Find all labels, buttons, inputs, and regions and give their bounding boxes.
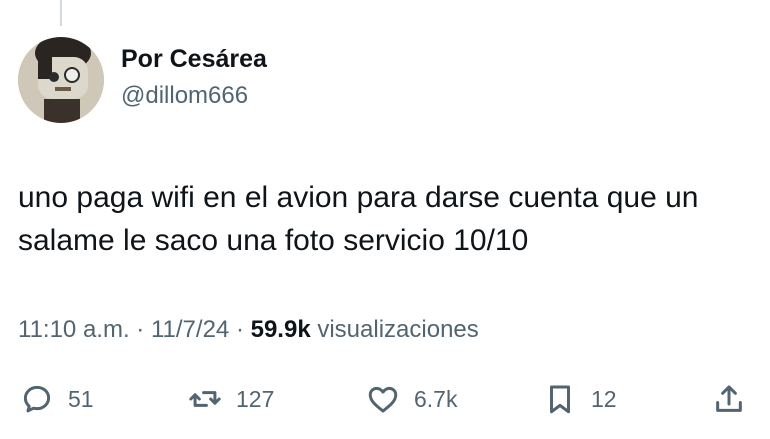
- thread-connector-line: [60, 0, 62, 26]
- tweet-date[interactable]: 11/7/24: [151, 316, 229, 343]
- avatar[interactable]: [18, 37, 104, 123]
- meta-separator: ·: [235, 316, 244, 343]
- like-count: 6.7k: [414, 385, 458, 412]
- author-handle[interactable]: @dillom666: [121, 82, 248, 110]
- tweet-meta: 11:10 a.m. · 11/7/24 · 59.9k visualizaci…: [18, 316, 479, 344]
- share-icon: [716, 385, 742, 412]
- reply-icon: [23, 385, 51, 413]
- reply-count: 51: [68, 385, 94, 412]
- reply-button[interactable]: 51: [20, 375, 94, 423]
- action-bar: 51 127 6.7k 12: [0, 375, 770, 423]
- views-label: visualizaciones: [317, 316, 479, 343]
- meta-separator: ·: [136, 316, 145, 343]
- repost-count: 127: [236, 385, 275, 412]
- heart-icon: [368, 386, 398, 413]
- repost-button[interactable]: 127: [188, 375, 274, 423]
- bookmark-count: 12: [591, 385, 617, 412]
- tweet-text: uno paga wifi en el avion para darse cue…: [18, 181, 699, 257]
- repost-icon: [189, 391, 221, 407]
- bookmark-button[interactable]: 12: [543, 375, 617, 423]
- like-button[interactable]: 6.7k: [366, 375, 457, 423]
- tweet-time[interactable]: 11:10 a.m.: [18, 316, 130, 343]
- author-display-name[interactable]: Por Cesárea: [121, 45, 267, 74]
- share-button[interactable]: [712, 375, 746, 423]
- bookmark-icon: [550, 385, 570, 414]
- views-count: 59.9k: [250, 316, 311, 343]
